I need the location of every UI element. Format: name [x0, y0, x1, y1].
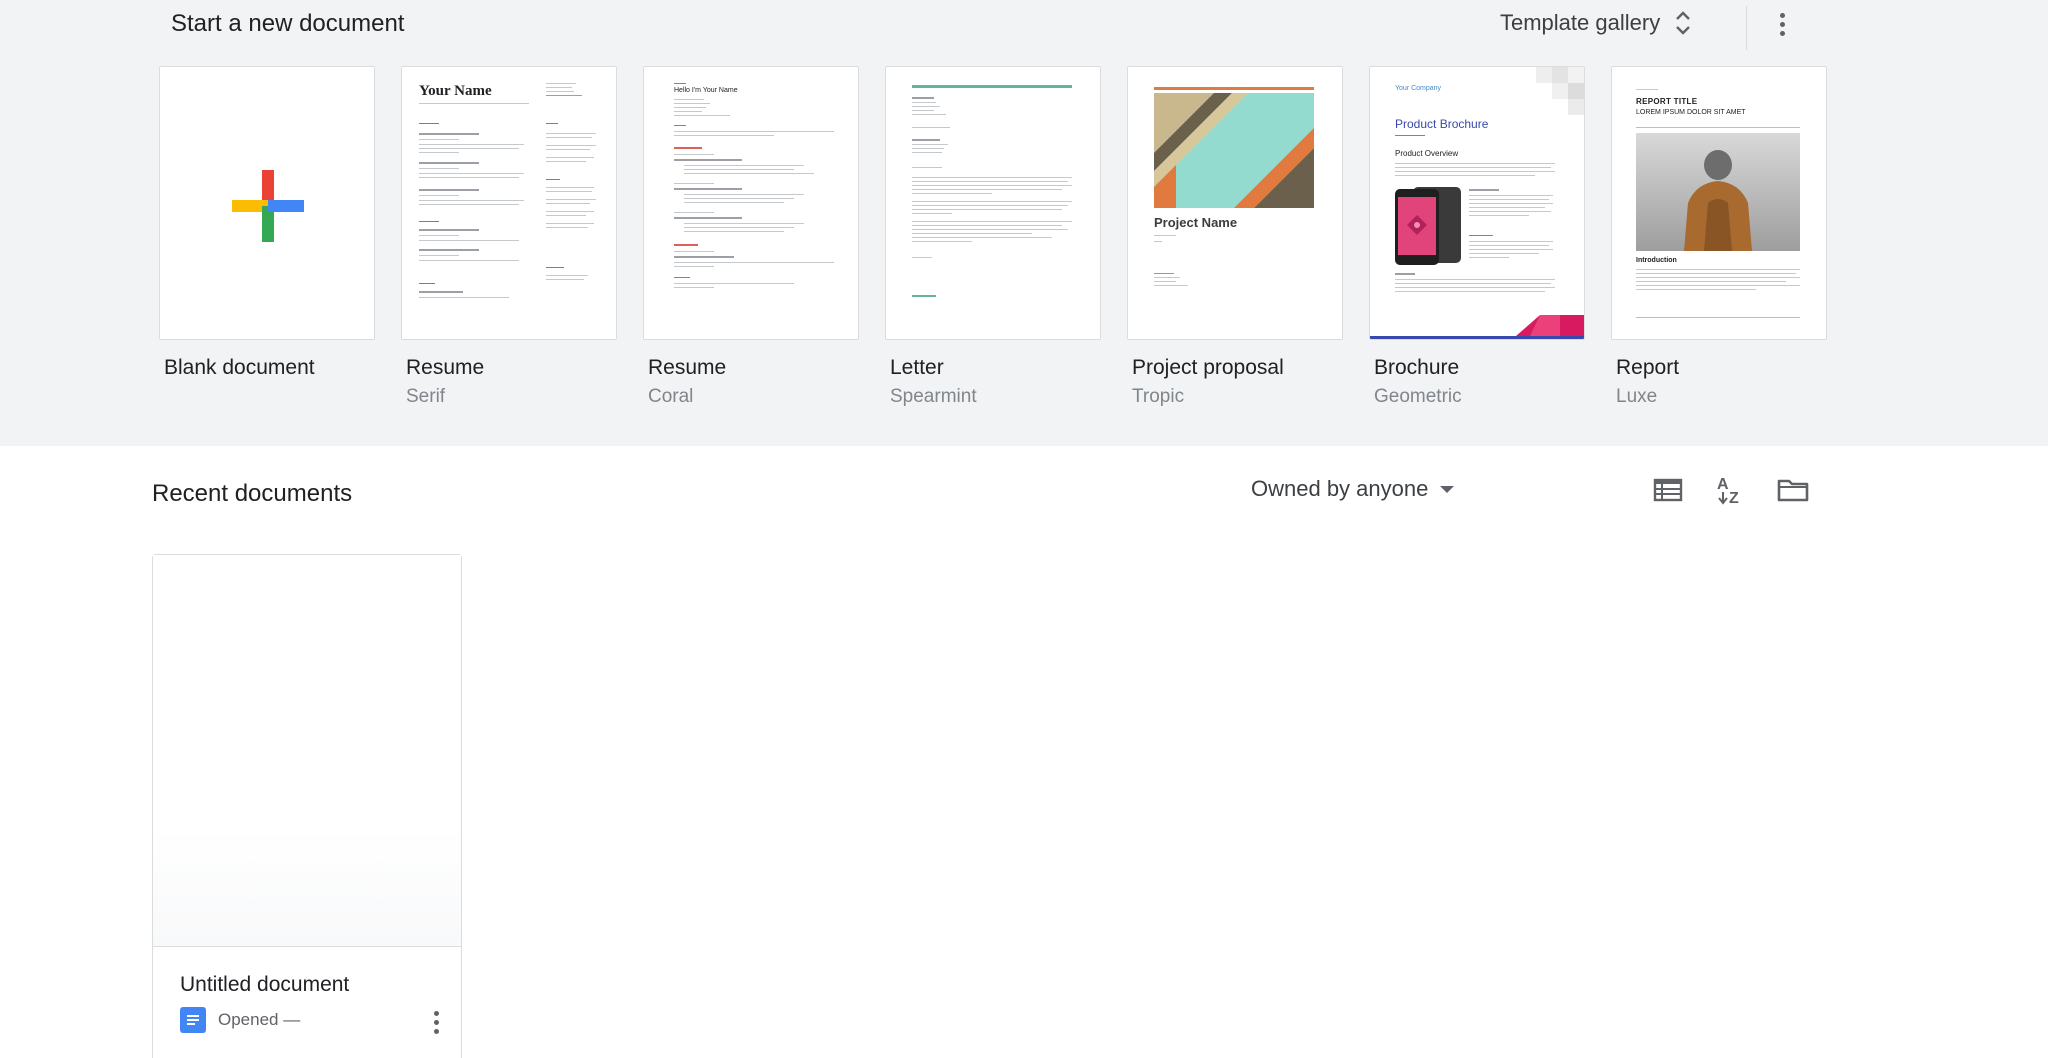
sort-az-icon[interactable]: A Z — [1714, 472, 1748, 506]
template-thumbnail[interactable]: Your Name — [401, 66, 617, 340]
preview-section: Introduction — [1636, 257, 1677, 264]
document-meta: Opened — — [180, 1007, 300, 1033]
template-thumbnail[interactable]: Hello I'm Your Name — [643, 66, 859, 340]
dropdown-arrow-icon — [1440, 485, 1455, 493]
template-name: Report — [1616, 356, 1680, 379]
template-subtitle: Luxe — [1616, 386, 1658, 407]
template-brochure-geometric[interactable]: Your Company Product Brochure Product Ov… — [1369, 66, 1585, 408]
template-thumbnail[interactable] — [885, 66, 1101, 340]
phone-illustration — [1395, 187, 1461, 265]
corner-pattern — [1536, 67, 1584, 115]
template-name: Blank document — [164, 356, 315, 379]
template-subtitle: Serif — [406, 386, 446, 407]
report-photo — [1636, 133, 1800, 251]
template-thumbnail[interactable]: Your Company Product Brochure Product Ov… — [1369, 66, 1585, 340]
template-subtitle: Coral — [648, 386, 694, 407]
preview-company: Your Company — [1395, 85, 1442, 92]
geometric-illustration — [1154, 93, 1314, 208]
preview-heading: Project Name — [1154, 215, 1238, 230]
svg-text:A: A — [1717, 476, 1729, 493]
section-title: Start a new document — [171, 10, 405, 37]
plus-icon — [232, 170, 304, 242]
more-vert-icon — [433, 1010, 439, 1034]
bottom-pattern — [1370, 315, 1584, 339]
document-opened-date: Opened — — [218, 1010, 301, 1029]
owner-filter-dropdown[interactable]: Owned by anyone — [1251, 474, 1455, 504]
template-report-luxe[interactable]: REPORT TITLE LOREM IPSUM DOLOR SIT AMET — [1611, 66, 1827, 408]
preview-heading: Your Name — [419, 83, 492, 99]
template-blank-document[interactable]: Blank document — [159, 66, 375, 380]
more-vert-icon — [1779, 12, 1785, 36]
google-docs-icon — [180, 1007, 206, 1033]
document-card[interactable]: Untitled document Opened — — [152, 554, 462, 1058]
template-letter-spearmint[interactable]: Letter Spearmint — [885, 66, 1101, 408]
template-resume-serif[interactable]: Your Name Resume Serif — [401, 66, 617, 408]
document-more-options-button[interactable] — [423, 1007, 449, 1037]
preview-heading: REPORT TITLE — [1636, 97, 1698, 106]
template-name: Project proposal — [1132, 356, 1284, 379]
folder-icon[interactable] — [1776, 472, 1810, 506]
more-options-button[interactable] — [1770, 4, 1794, 44]
template-subtitle: Spearmint — [890, 386, 977, 407]
template-name: Letter — [890, 356, 944, 379]
document-thumbnail[interactable] — [153, 555, 461, 947]
template-resume-coral[interactable]: Hello I'm Your Name Resume Coral — [643, 66, 859, 408]
divider — [1746, 6, 1747, 50]
list-view-icon[interactable] — [1651, 472, 1685, 506]
document-title: Untitled document — [180, 973, 350, 996]
template-thumbnail[interactable]: REPORT TITLE LOREM IPSUM DOLOR SIT AMET — [1611, 66, 1827, 340]
recent-documents-title: Recent documents — [152, 480, 353, 507]
template-gallery-button[interactable]: Template gallery — [1500, 4, 1692, 42]
svg-text:Z: Z — [1729, 490, 1739, 506]
unfold-icon — [1676, 11, 1691, 35]
preview-sub: LOREM IPSUM DOLOR SIT AMET — [1636, 109, 1746, 116]
template-project-proposal-tropic[interactable]: Project Name Project proposal Tropic — [1127, 66, 1343, 408]
template-name: Resume — [406, 356, 485, 379]
template-subtitle: Tropic — [1132, 386, 1185, 407]
template-subtitle: Geometric — [1374, 386, 1462, 407]
template-name: Resume — [648, 356, 727, 379]
owner-filter-label: Owned by anyone — [1251, 476, 1429, 501]
preview-heading: Hello I'm Your Name — [674, 87, 738, 94]
template-name: Brochure — [1374, 356, 1460, 379]
template-gallery-label: Template gallery — [1500, 10, 1661, 35]
new-document-section: Start a new document Template gallery Bl… — [0, 0, 2048, 446]
template-thumbnail[interactable]: Project Name — [1127, 66, 1343, 340]
preview-section: Product Overview — [1395, 149, 1459, 158]
preview-heading: Product Brochure — [1395, 117, 1489, 131]
template-thumbnail[interactable] — [159, 66, 375, 340]
